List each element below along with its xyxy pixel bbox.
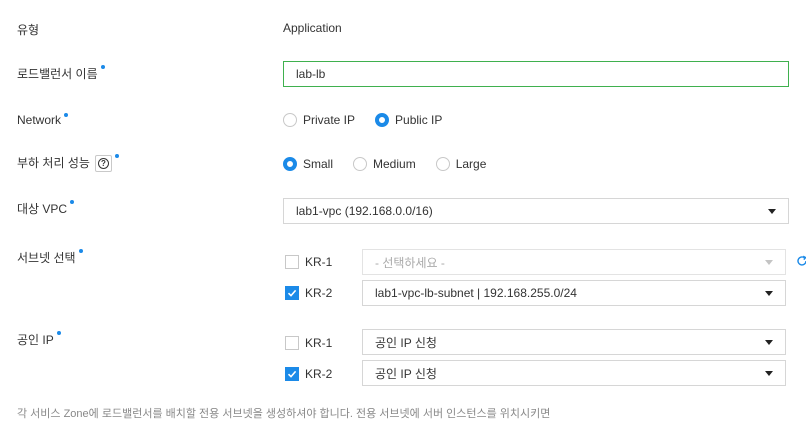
required-dot	[78, 249, 83, 253]
public-ip-kr1-checkbox-row[interactable]: KR-1	[285, 336, 332, 350]
load-small-radio[interactable]: Small	[283, 157, 333, 171]
required-dot	[70, 200, 75, 204]
type-value: Application	[283, 21, 342, 35]
vpc-select-value: lab1-vpc (192.168.0.0/16)	[296, 204, 433, 218]
subnet-kr2-select[interactable]: lab1-vpc-lb-subnet | 192.168.255.0/24	[362, 280, 786, 306]
subnet-label: 서브넷 선택	[17, 249, 83, 266]
public-ip-kr2-checkbox-row[interactable]: KR-2	[285, 367, 332, 381]
required-dot	[56, 331, 61, 335]
public-ip-kr2-checkbox[interactable]	[285, 367, 299, 381]
public-ip-kr1-select[interactable]: 공인 IP 신청	[362, 329, 786, 355]
required-dot	[100, 65, 105, 69]
check-icon	[287, 289, 297, 297]
load-large-radio[interactable]: Large	[435, 157, 486, 171]
network-label: Network	[17, 113, 69, 127]
subnet-note-text: 각 서비스 Zone에 로드밸런서를 배치할 전용 서브넷을 생성하셔야 합니다…	[17, 408, 551, 420]
required-dot	[114, 154, 119, 158]
public-ip-label: 공인 IP	[17, 331, 61, 348]
load-radio-group: Small Medium Large	[283, 157, 506, 171]
radio-circle	[283, 113, 297, 127]
vpc-select[interactable]: lab1-vpc (192.168.0.0/16)	[283, 198, 789, 224]
chevron-down-icon	[765, 340, 773, 345]
subnet-kr2-checkbox-row[interactable]: KR-2	[285, 286, 332, 300]
subnet-kr1-checkbox[interactable]	[285, 255, 299, 269]
public-ip-kr1-select-value: 공인 IP 신청	[375, 335, 437, 350]
load-capacity-label: 부하 처리 성능?	[17, 154, 119, 173]
lb-name-label: 로드밸런서 이름	[17, 65, 105, 82]
chevron-down-icon	[765, 291, 773, 296]
vpc-label: 대상 VPC	[17, 200, 75, 217]
subnet-kr1-select: - 선택하세요 -	[362, 249, 786, 275]
required-dot	[64, 113, 69, 117]
radio-circle-selected	[375, 113, 390, 127]
network-radio-group: Private IP Public IP	[283, 113, 462, 127]
public-ip-kr1-checkbox[interactable]	[285, 336, 299, 350]
chevron-down-icon	[765, 260, 773, 265]
subnet-kr2-select-value: lab1-vpc-lb-subnet | 192.168.255.0/24	[375, 286, 577, 300]
type-label: 유형	[17, 23, 40, 37]
public-ip-kr2-select[interactable]: 공인 IP 신청	[362, 360, 786, 386]
network-public-ip-radio[interactable]: Public IP	[375, 113, 442, 127]
check-icon	[287, 370, 297, 378]
lb-name-input[interactable]	[283, 61, 789, 87]
public-ip-kr2-select-value: 공인 IP 신청	[375, 366, 437, 381]
radio-circle-selected	[283, 157, 297, 171]
chevron-down-icon	[768, 209, 776, 214]
question-icon[interactable]: ?	[94, 155, 112, 173]
chevron-down-icon	[765, 371, 773, 376]
radio-circle	[435, 157, 450, 171]
subnet-kr2-checkbox[interactable]	[285, 286, 299, 300]
subnet-kr1-checkbox-row[interactable]: KR-1	[285, 255, 332, 269]
radio-circle	[353, 157, 368, 171]
subnet-kr1-select-value: - 선택하세요 -	[375, 255, 445, 270]
load-medium-radio[interactable]: Medium	[353, 157, 416, 171]
refresh-icon[interactable]	[796, 255, 806, 267]
network-private-ip-radio[interactable]: Private IP	[283, 113, 355, 127]
